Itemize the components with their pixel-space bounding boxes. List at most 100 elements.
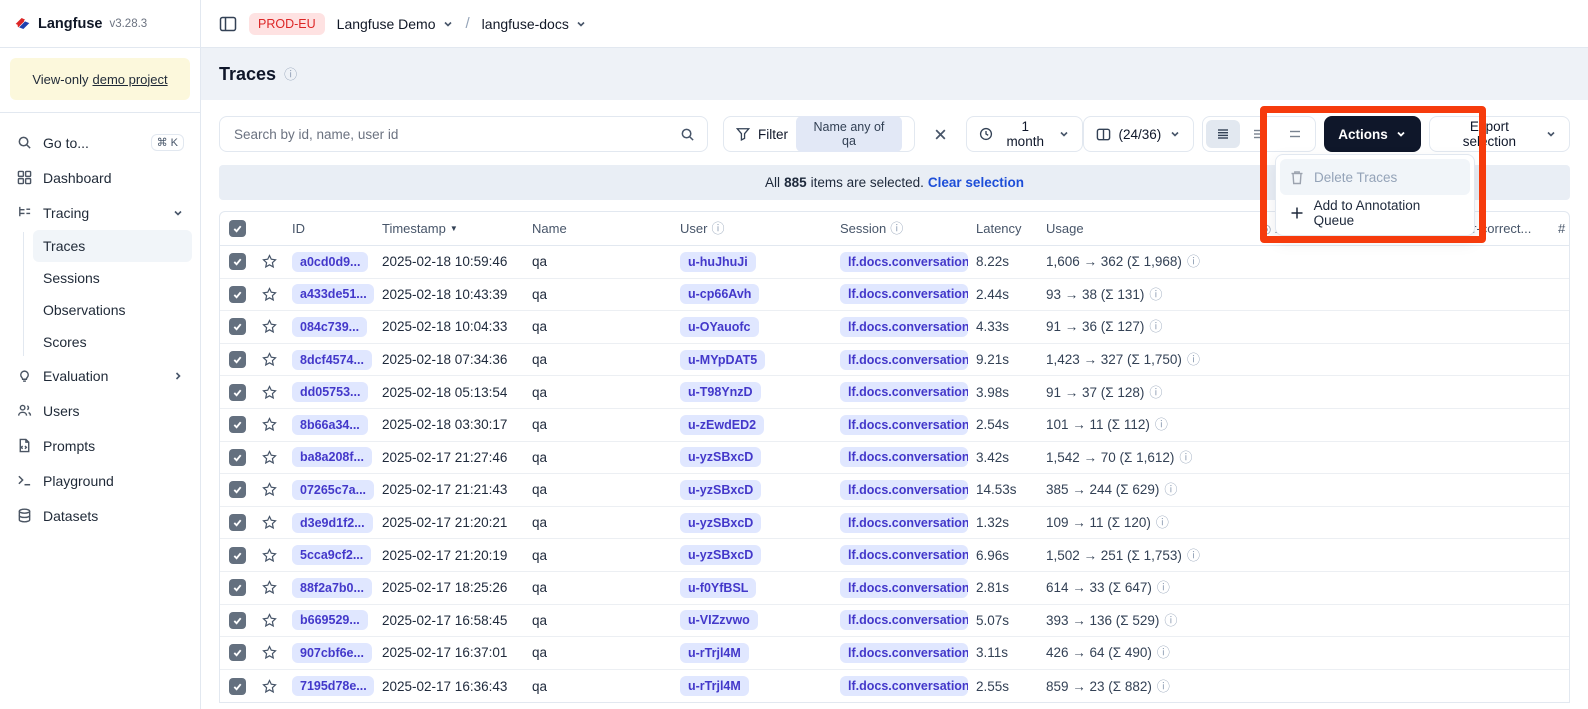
session-badge[interactable]: lf.docs.conversation...	[840, 447, 968, 467]
row-checkbox[interactable]	[229, 384, 246, 401]
info-icon[interactable]: ⓘ	[890, 222, 903, 235]
sidebar-toggle-icon[interactable]	[219, 15, 237, 33]
table-row[interactable]: 5cca9cf2... 2025-02-17 21:20:19 qa u-yzS…	[220, 539, 1569, 572]
table-row[interactable]: 07265c7a... 2025-02-17 21:21:43 qa u-yzS…	[220, 474, 1569, 507]
trace-id-badge[interactable]: 07265c7a...	[292, 480, 374, 500]
table-row[interactable]: 8dcf4574... 2025-02-18 07:34:36 qa u-MYp…	[220, 344, 1569, 377]
session-badge[interactable]: lf.docs.conversation...	[840, 513, 968, 533]
trace-id-badge[interactable]: 8b66a34...	[292, 415, 368, 435]
trace-id-badge[interactable]: 5cca9cf2...	[292, 545, 371, 565]
user-badge[interactable]: u-OYauofc	[680, 317, 759, 337]
export-selection-button[interactable]: Export selection	[1429, 116, 1570, 152]
column-visibility-button[interactable]: (24/36)	[1083, 116, 1195, 152]
trace-id-badge[interactable]: 907cbf6e...	[292, 643, 372, 663]
info-icon[interactable]: ⓘ	[1155, 418, 1168, 431]
info-icon[interactable]: ⓘ	[1149, 386, 1162, 399]
row-checkbox[interactable]	[229, 579, 246, 596]
info-icon[interactable]: ⓘ	[1157, 680, 1170, 693]
session-badge[interactable]: lf.docs.conversation...	[840, 480, 968, 500]
table-row[interactable]: 7195d78e... 2025-02-17 16:36:43 qa u-rTr…	[220, 670, 1569, 703]
table-row[interactable]: 084c739... 2025-02-18 10:04:33 qa u-OYau…	[220, 311, 1569, 344]
info-icon[interactable]: ⓘ	[284, 68, 297, 81]
trace-id-badge[interactable]: a0cd0d9...	[292, 252, 368, 272]
bookmark-star-icon[interactable]	[262, 679, 277, 694]
session-badge[interactable]: lf.docs.conversation...	[840, 252, 968, 272]
bookmark-star-icon[interactable]	[262, 352, 277, 367]
user-badge[interactable]: u-yzSBxcD	[680, 480, 761, 500]
user-badge[interactable]: u-huJhuJi	[680, 252, 756, 272]
user-badge[interactable]: u-VIZzvwo	[680, 610, 758, 630]
info-icon[interactable]: ⓘ	[1164, 614, 1177, 627]
user-badge[interactable]: u-f0YfBSL	[680, 578, 756, 598]
row-checkbox[interactable]	[229, 286, 246, 303]
info-icon[interactable]: ⓘ	[1187, 353, 1200, 366]
session-badge[interactable]: lf.docs.conversation...	[840, 350, 968, 370]
info-icon[interactable]: ⓘ	[1164, 483, 1177, 496]
session-badge[interactable]: lf.docs.conversation...	[840, 643, 968, 663]
bookmark-star-icon[interactable]	[262, 548, 277, 563]
sidebar-item-evaluation[interactable]: Evaluation	[8, 358, 192, 393]
user-badge[interactable]: u-MYpDAT5	[680, 350, 765, 370]
sidebar-item-dashboard[interactable]: Dashboard	[8, 160, 192, 195]
info-icon[interactable]: ⓘ	[1187, 549, 1200, 562]
sidebar-item-sessions[interactable]: Sessions	[33, 262, 192, 294]
row-checkbox[interactable]	[229, 318, 246, 335]
user-badge[interactable]: u-cp66Avh	[680, 284, 759, 304]
row-checkbox[interactable]	[229, 351, 246, 368]
bookmark-star-icon[interactable]	[262, 613, 277, 628]
user-badge[interactable]: u-yzSBxcD	[680, 513, 761, 533]
org-switcher[interactable]: Langfuse Demo	[337, 16, 454, 32]
sidebar-item-observations[interactable]: Observations	[33, 294, 192, 326]
session-badge[interactable]: lf.docs.conversation...	[840, 676, 968, 696]
sidebar-item-users[interactable]: Users	[8, 393, 192, 428]
bookmark-star-icon[interactable]	[262, 580, 277, 595]
info-icon[interactable]: ⓘ	[1156, 516, 1169, 529]
session-badge[interactable]: lf.docs.conversation...	[840, 317, 968, 337]
session-badge[interactable]: lf.docs.conversation...	[840, 415, 968, 435]
table-row[interactable]: 8b66a34... 2025-02-18 03:30:17 qa u-zEwd…	[220, 409, 1569, 442]
search-icon[interactable]	[680, 127, 695, 142]
sidebar-item-scores[interactable]: Scores	[33, 326, 192, 358]
table-row[interactable]: 907cbf6e... 2025-02-17 16:37:01 qa u-rTr…	[220, 637, 1569, 670]
table-row[interactable]: dd05753... 2025-02-18 05:13:54 qa u-T98Y…	[220, 376, 1569, 409]
row-checkbox[interactable]	[229, 678, 246, 695]
info-icon[interactable]: ⓘ	[1179, 451, 1192, 464]
info-icon[interactable]: ⓘ	[1149, 320, 1162, 333]
table-row[interactable]: a0cd0d9... 2025-02-18 10:59:46 qa u-huJh…	[220, 246, 1569, 279]
session-badge[interactable]: lf.docs.conversation...	[840, 578, 968, 598]
session-badge[interactable]: lf.docs.conversation...	[840, 545, 968, 565]
session-badge[interactable]: lf.docs.conversation...	[840, 284, 968, 304]
trace-id-badge[interactable]: ba8a208f...	[292, 447, 372, 467]
row-checkbox[interactable]	[229, 449, 246, 466]
time-range-select[interactable]: 1 month	[966, 116, 1083, 152]
user-badge[interactable]: u-zEwdED2	[680, 415, 764, 435]
user-badge[interactable]: u-rTrjl4M	[680, 643, 749, 663]
info-icon[interactable]: ⓘ	[1157, 581, 1170, 594]
user-badge[interactable]: u-rTrjl4M	[680, 676, 749, 696]
sidebar-item-traces[interactable]: Traces	[33, 230, 192, 262]
select-all-checkbox[interactable]	[229, 220, 246, 237]
table-row[interactable]: a433de51... 2025-02-18 10:43:39 qa u-cp6…	[220, 279, 1569, 312]
menu-item-add-to-annotation-queue[interactable]: Add to Annotation Queue	[1280, 195, 1470, 231]
table-row[interactable]: ba8a208f... 2025-02-17 21:27:46 qa u-yzS…	[220, 442, 1569, 475]
row-height-tall-button[interactable]	[1278, 120, 1312, 148]
table-row[interactable]: d3e9d1f2... 2025-02-17 21:20:21 qa u-yzS…	[220, 507, 1569, 540]
trace-id-badge[interactable]: 7195d78e...	[292, 676, 374, 696]
bookmark-star-icon[interactable]	[262, 515, 277, 530]
column-header-timestamp[interactable]: Timestamp▼	[374, 221, 524, 236]
filter-button[interactable]: Filter Name any of qa	[723, 116, 915, 152]
bookmark-star-icon[interactable]	[262, 385, 277, 400]
trace-id-badge[interactable]: a433de51...	[292, 284, 374, 304]
actions-button[interactable]: Actions	[1324, 116, 1421, 152]
table-row[interactable]: b669529... 2025-02-17 16:58:45 qa u-VIZz…	[220, 605, 1569, 638]
bookmark-star-icon[interactable]	[262, 645, 277, 660]
trace-id-badge[interactable]: 084c739...	[292, 317, 367, 337]
row-checkbox[interactable]	[229, 416, 246, 433]
menu-item-delete-traces[interactable]: Delete Traces	[1280, 159, 1470, 195]
trace-id-badge[interactable]: b669529...	[292, 610, 368, 630]
search-input[interactable]	[232, 126, 672, 143]
info-icon[interactable]: ⓘ	[1149, 288, 1162, 301]
row-height-medium-button[interactable]	[1242, 120, 1276, 148]
sidebar-item-datasets[interactable]: Datasets	[8, 498, 192, 533]
clear-selection-link[interactable]: Clear selection	[928, 175, 1024, 190]
